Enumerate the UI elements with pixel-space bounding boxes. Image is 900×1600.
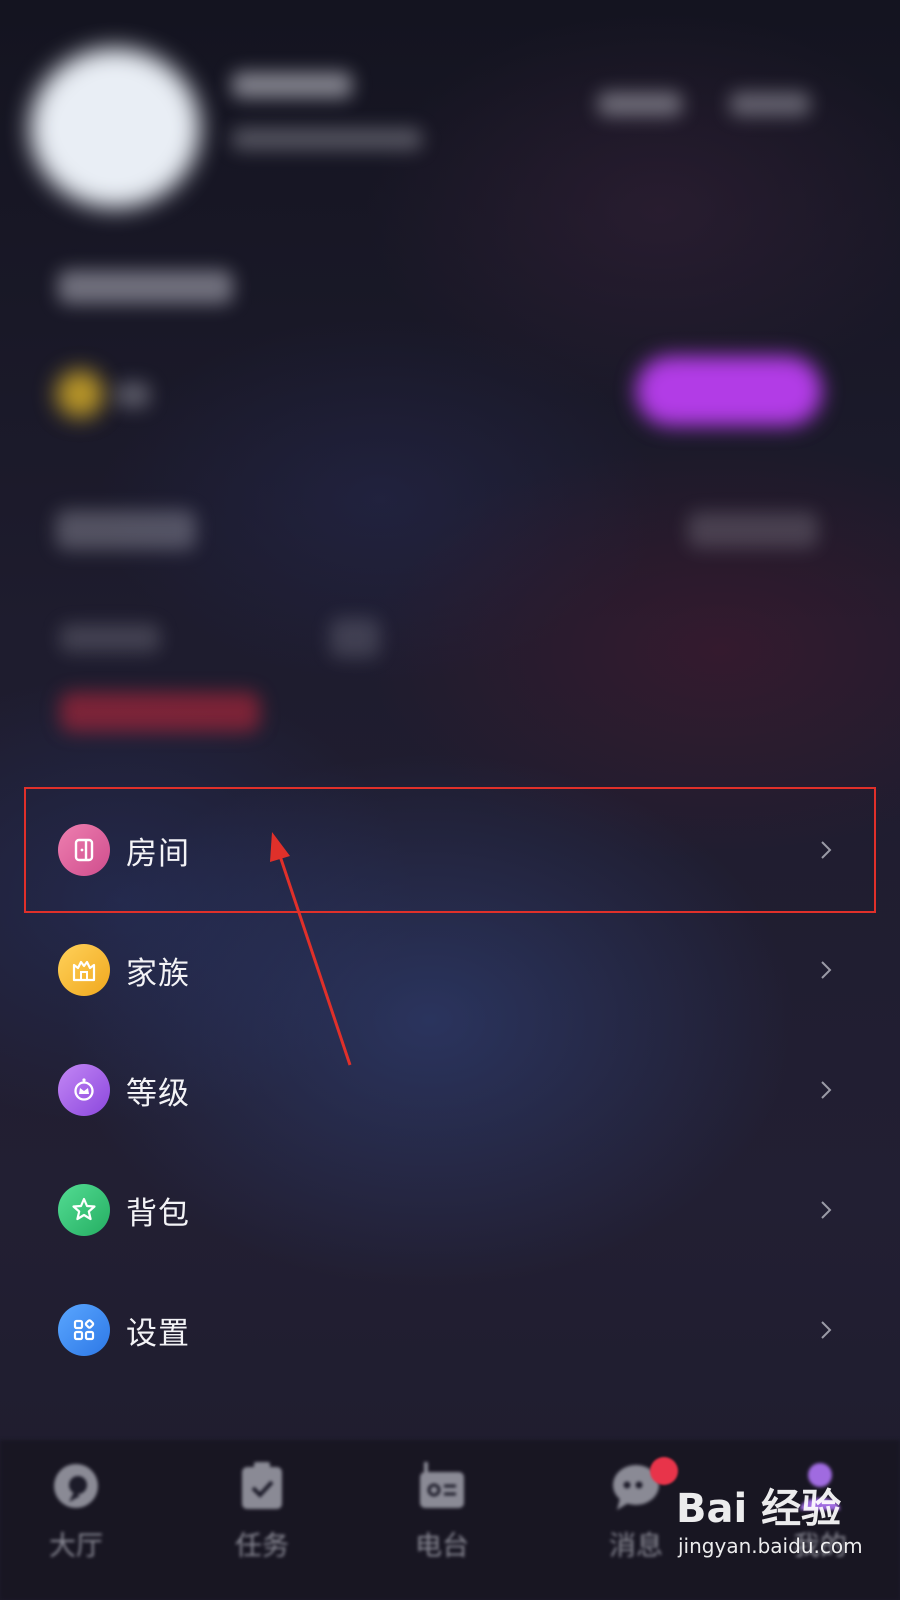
nickname-blurred (232, 72, 352, 98)
top-right-link-blurred[interactable] (598, 92, 682, 116)
info-row-label-blurred (56, 510, 196, 550)
level-crown-icon (58, 1064, 110, 1116)
user-id-blurred (232, 128, 422, 150)
menu-item-family[interactable]: 家族 (0, 910, 900, 1030)
chevron-right-icon (814, 1318, 838, 1342)
tab-label: 电台 (415, 1531, 469, 1562)
menu-item-backpack[interactable]: 背包 (0, 1150, 900, 1270)
signature-blurred (58, 270, 233, 304)
settings-grid-icon (58, 1304, 110, 1356)
tab-radio[interactable]: 电台 (382, 1458, 502, 1563)
baidu-jingyan-watermark: Bai 经验 jingyan.baidu.com (672, 1476, 892, 1576)
menu-item-label: 背包 (126, 1195, 190, 1232)
info-row-action-blurred[interactable] (688, 512, 818, 548)
chevron-right-icon (814, 1078, 838, 1102)
tab-label: 任务 (235, 1531, 289, 1562)
backpack-star-icon (58, 1184, 110, 1236)
menu-item-settings[interactable]: 设置 (0, 1270, 900, 1390)
coin-icon (56, 370, 104, 418)
coin-balance-blurred (116, 382, 150, 408)
tab-tasks[interactable]: 任务 (202, 1458, 322, 1563)
tab-label: 消息 (609, 1531, 663, 1562)
lobby-icon (48, 1458, 104, 1514)
watermark-main: Bai 经验 (676, 1486, 842, 1532)
recharge-button-blurred[interactable] (636, 356, 822, 426)
avatar[interactable] (30, 48, 200, 208)
menu-item-label: 设置 (126, 1315, 190, 1352)
info-row-2-label-blurred (60, 624, 160, 652)
chevron-right-icon (814, 958, 838, 982)
red-tag-blurred[interactable] (60, 692, 260, 732)
chevron-right-icon (814, 1198, 838, 1222)
top-right-link-blurred-2[interactable] (730, 92, 810, 116)
info-row-2-value-blurred (330, 618, 380, 658)
family-castle-icon (58, 944, 110, 996)
menu-item-label: 家族 (126, 955, 190, 992)
task-clipboard-icon (234, 1458, 290, 1514)
radio-icon (414, 1458, 470, 1514)
watermark-sub: jingyan.baidu.com (678, 1534, 863, 1558)
tab-label: 大厅 (49, 1531, 103, 1562)
tab-lobby[interactable]: 大厅 (16, 1458, 136, 1563)
menu-item-label: 等级 (126, 1075, 190, 1112)
annotation-highlight-box (24, 787, 876, 913)
menu-item-level[interactable]: 等级 (0, 1030, 900, 1150)
